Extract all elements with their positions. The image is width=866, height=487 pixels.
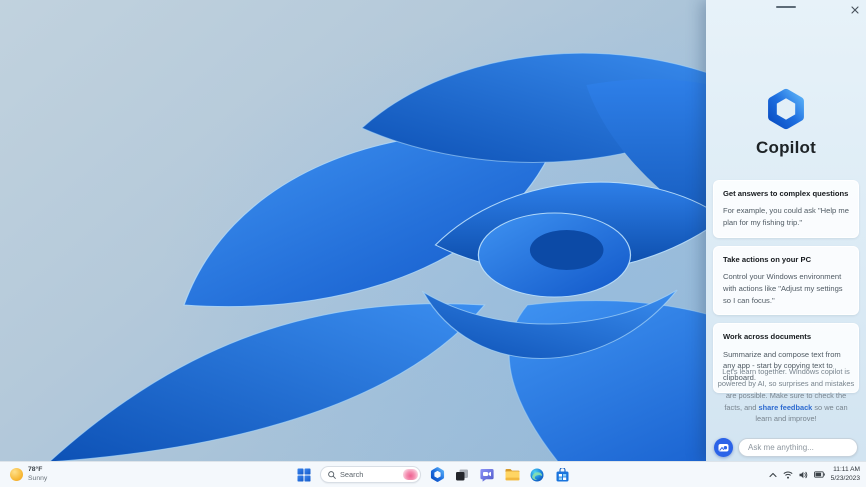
copilot-logo-icon: [765, 88, 807, 130]
suggestion-cards: Get answers to complex questions For exa…: [713, 180, 859, 393]
microsoft-store-button[interactable]: [553, 466, 571, 484]
edge-button[interactable]: [528, 466, 546, 484]
task-view-icon: [456, 469, 468, 480]
wifi-icon[interactable]: [783, 471, 793, 479]
panel-drag-handle-icon[interactable]: [776, 6, 796, 8]
search-box[interactable]: Search: [320, 466, 421, 483]
panel-title: Copilot: [756, 138, 816, 157]
tray-date: 5/23/2023: [830, 474, 860, 482]
search-label: Search: [340, 470, 364, 479]
screen: Copilot Get answers to complex questions…: [0, 0, 866, 487]
taskbar-center: Search: [295, 462, 571, 487]
card-title: Take actions on your PC: [723, 254, 812, 264]
taskbar-copilot-button[interactable]: [428, 466, 446, 484]
prompt-bar: [714, 438, 858, 457]
volume-icon[interactable]: [799, 471, 808, 479]
search-highlight-image: [403, 469, 418, 480]
microsoft-store-icon: [556, 467, 568, 481]
windows-logo-icon: [297, 468, 311, 481]
start-button[interactable]: [295, 466, 313, 484]
camera-icon: [718, 444, 729, 452]
chat-icon: [480, 468, 494, 482]
tray-time: 11:11 AM: [833, 465, 860, 473]
system-tray: 11:11 AM 5/23/2023: [769, 462, 860, 487]
copilot-icon: [430, 467, 444, 482]
tray-overflow-chevron-icon[interactable]: [769, 472, 777, 478]
copilot-panel: Copilot Get answers to complex questions…: [706, 0, 866, 462]
disclaimer-text: Let's learn together. Windows copilot is…: [717, 366, 855, 425]
taskbar: 78°F Sunny Search 11:11 AM 5/23/2023: [0, 461, 866, 487]
weather-condition: Sunny: [28, 474, 48, 482]
card-title: Work across documents: [723, 332, 812, 342]
clock[interactable]: 11:11 AM 5/23/2023: [831, 466, 860, 484]
suggestion-card-answers[interactable]: Get answers to complex questions For exa…: [713, 180, 859, 238]
suggestion-card-actions[interactable]: Take actions on your PC Control your Win…: [713, 245, 859, 316]
card-body: For example, you could ask "Help me plan…: [723, 206, 849, 228]
task-view-button[interactable]: [453, 466, 471, 484]
search-icon: [328, 470, 336, 479]
edge-icon: [530, 468, 544, 481]
card-body: Control your Windows environment with ac…: [723, 272, 843, 305]
chat-button[interactable]: [478, 466, 496, 484]
card-title: Get answers to complex questions: [723, 189, 849, 198]
file-explorer-icon: [505, 469, 519, 481]
battery-icon[interactable]: [813, 471, 825, 478]
add-screenshot-button[interactable]: [714, 438, 733, 457]
file-explorer-button[interactable]: [503, 466, 521, 484]
close-icon[interactable]: [848, 3, 861, 16]
weather-temperature: 78°F: [28, 465, 43, 473]
weather-widget[interactable]: 78°F Sunny: [10, 462, 47, 487]
share-feedback-link[interactable]: share feedback: [758, 403, 812, 412]
ask-input[interactable]: [738, 438, 858, 457]
sunny-icon: [10, 468, 23, 481]
